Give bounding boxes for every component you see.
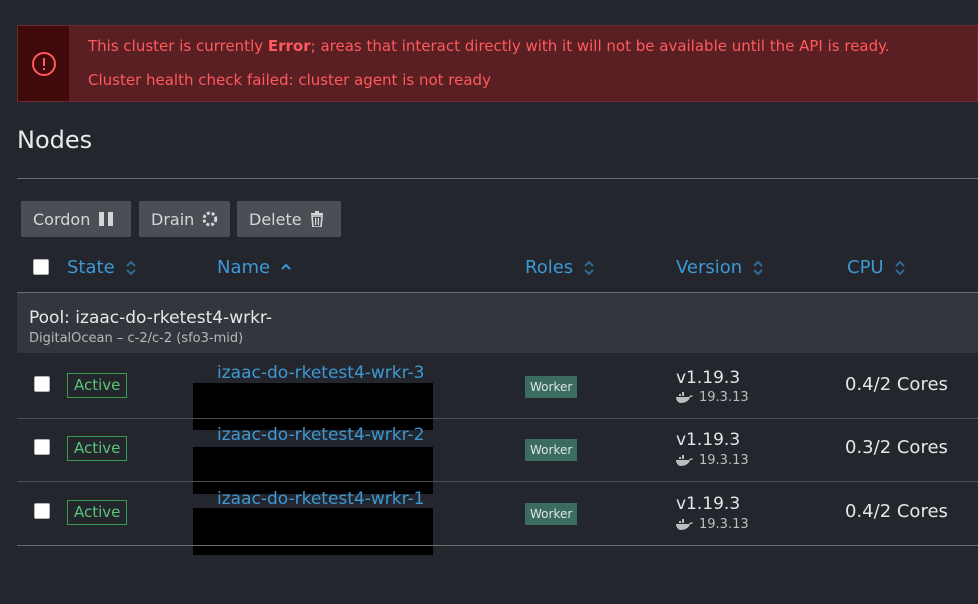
header-name[interactable]: Name — [217, 257, 292, 278]
status-badge: Active — [67, 500, 128, 525]
sort-icon — [125, 260, 136, 275]
status-badge: Active — [67, 436, 128, 461]
docker-whale-icon — [676, 392, 693, 403]
trash-icon — [310, 211, 323, 227]
kubernetes-version: v1.19.3 — [676, 368, 741, 388]
drain-label: Drain — [151, 209, 195, 229]
banner-health-message: Cluster health check failed: cluster age… — [88, 71, 491, 89]
page-title: Nodes — [17, 126, 93, 154]
row-checkbox[interactable] — [34, 439, 50, 455]
row-divider — [17, 481, 978, 482]
role-badge: Worker — [525, 439, 578, 461]
kubernetes-version: v1.19.3 — [676, 430, 741, 450]
docker-whale-icon — [676, 455, 693, 466]
redaction-block — [193, 508, 433, 555]
pool-subtitle: DigitalOcean – c-2/c-2 (sfo3-mid) — [29, 331, 244, 346]
header-version-label: Version — [676, 257, 743, 278]
sort-icon — [584, 260, 594, 275]
pool-group-row: Pool: izaac-do-rketest4-wrkr- DigitalOce… — [17, 292, 978, 353]
node-name-link[interactable]: izaac-do-rketest4-wrkr-3 — [217, 363, 424, 383]
drain-button[interactable]: Drain — [139, 201, 230, 237]
header-cpu-label: CPU — [847, 257, 884, 278]
banner-text-suffix: ; areas that interact directly with it w… — [310, 37, 890, 55]
header-name-label: Name — [217, 257, 271, 278]
header-state-label: State — [67, 257, 115, 278]
docker-version: 19.3.13 — [676, 453, 749, 468]
select-all-checkbox[interactable] — [33, 259, 49, 275]
alert-circle-icon — [31, 51, 56, 76]
cpu-usage: 0.4/2 Cores — [845, 501, 948, 522]
delete-button[interactable]: Delete — [237, 201, 341, 237]
header-version[interactable]: Version — [676, 257, 764, 278]
row-checkbox[interactable] — [34, 503, 50, 519]
table-bottom-divider — [17, 545, 978, 546]
header-roles-label: Roles — [525, 257, 574, 278]
cordon-button[interactable]: Cordon — [21, 201, 131, 237]
delete-label: Delete — [249, 209, 302, 229]
pool-title: Pool: izaac-do-rketest4-wrkr- — [29, 308, 272, 328]
docker-version: 19.3.13 — [676, 517, 749, 532]
kubernetes-version: v1.19.3 — [676, 494, 741, 514]
header-cpu[interactable]: CPU — [847, 257, 906, 278]
error-banner: This cluster is currently Error; areas t… — [17, 25, 978, 102]
spinner-icon — [202, 211, 218, 227]
header-roles[interactable]: Roles — [525, 257, 595, 278]
role-badge: Worker — [525, 503, 578, 525]
redaction-block — [193, 447, 433, 494]
sort-icon — [894, 260, 905, 275]
node-name-link[interactable]: izaac-do-rketest4-wrkr-1 — [217, 489, 424, 509]
cordon-label: Cordon — [33, 209, 91, 229]
cluster-state: Error — [267, 37, 311, 55]
pause-icon — [99, 212, 114, 226]
alert-icon-box — [18, 26, 69, 101]
docker-version-text: 19.3.13 — [699, 517, 749, 532]
cpu-usage: 0.4/2 Cores — [845, 374, 948, 395]
title-divider — [17, 178, 978, 179]
node-name-link[interactable]: izaac-do-rketest4-wrkr-2 — [217, 425, 424, 445]
banner-message: This cluster is currently Error; areas t… — [88, 37, 890, 55]
header-state[interactable]: State — [67, 257, 137, 278]
docker-version: 19.3.13 — [676, 390, 749, 405]
sort-icon — [753, 260, 763, 275]
row-checkbox[interactable] — [34, 376, 50, 392]
sort-up-icon — [281, 263, 291, 270]
role-badge: Worker — [525, 376, 578, 398]
cpu-usage: 0.3/2 Cores — [845, 437, 948, 458]
docker-whale-icon — [676, 519, 693, 530]
docker-version-text: 19.3.13 — [699, 453, 749, 468]
status-badge: Active — [67, 373, 128, 398]
redaction-block — [193, 383, 433, 430]
row-divider — [17, 418, 978, 419]
docker-version-text: 19.3.13 — [699, 390, 749, 405]
banner-text-prefix: This cluster is currently — [88, 37, 268, 55]
